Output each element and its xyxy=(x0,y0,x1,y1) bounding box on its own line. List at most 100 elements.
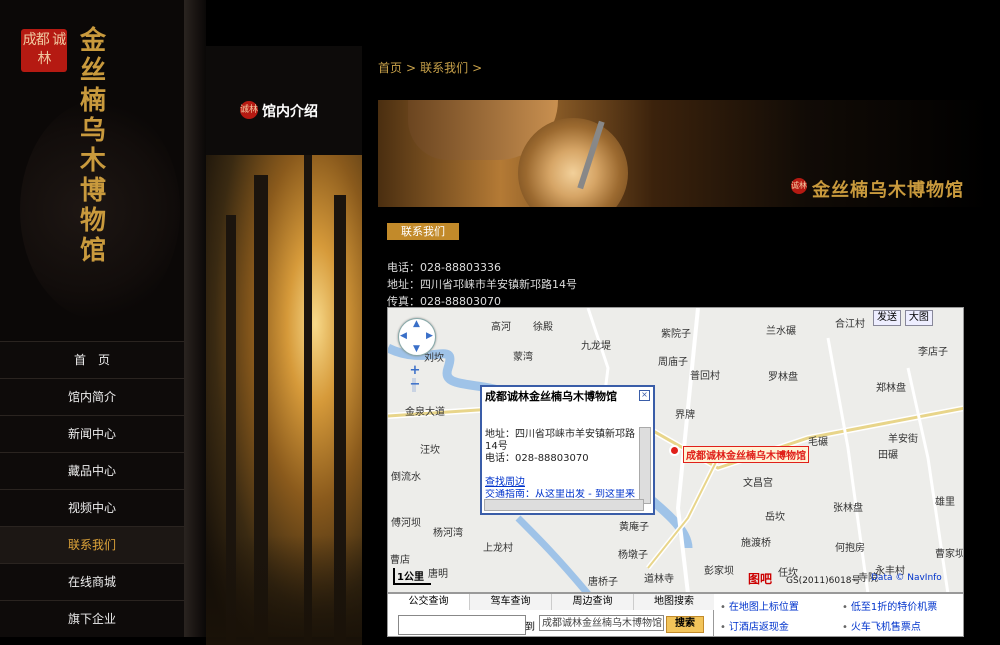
info-address: 地址：四川省邛崃市羊安镇新邛路14号 xyxy=(485,429,635,452)
map-fullsize-button[interactable]: 大图 xyxy=(904,310,933,326)
brand-seal-logo[interactable]: 成都 诚林 xyxy=(21,29,67,72)
destination-input[interactable]: 成都诚林金丝楠乌木博物馆 xyxy=(539,615,664,631)
map-place: 雄里 xyxy=(935,497,955,508)
tab-drive[interactable]: 驾车查询 xyxy=(470,594,552,610)
nav-item-shop[interactable]: 在线商城 xyxy=(0,563,184,600)
nav-item-intro[interactable]: 馆内简介 xyxy=(0,378,184,415)
breadcrumb-current[interactable]: 联系我们 xyxy=(420,61,468,75)
info-window-vscrollbar[interactable] xyxy=(639,427,651,504)
nav-item-contact[interactable]: 联系我们 xyxy=(0,526,184,563)
location-marker-icon[interactable] xyxy=(669,445,680,456)
map-place: 何抱房 xyxy=(835,543,865,554)
map-place: 曹家坝 xyxy=(935,549,964,560)
map-provider-logo[interactable]: 图吧 xyxy=(748,570,772,587)
map-place: 蒙湾 xyxy=(513,352,533,363)
map-data-credit-link[interactable]: Data © NavInfo xyxy=(871,573,942,583)
map-place: 郑林盘 xyxy=(876,383,906,394)
banner-seal-icon: 诚林 xyxy=(791,178,807,194)
map-place: 文昌宫 xyxy=(743,478,773,489)
route-links[interactable]: 交通指南：从这里出发 - 到这里来 xyxy=(485,489,637,499)
origin-input[interactable] xyxy=(398,615,526,635)
to-label: 到 xyxy=(525,622,535,633)
map-place: 道林寺 xyxy=(644,574,674,585)
nav-item-subsidiaries[interactable]: 旗下企业 xyxy=(0,600,184,637)
info-window-title: 成都诚林金丝楠乌木博物馆 xyxy=(485,390,617,403)
contact-phone: 电话：028-88803336 xyxy=(387,261,501,274)
map-place: 普回村 xyxy=(690,371,720,382)
nav-item-news[interactable]: 新闻中心 xyxy=(0,415,184,452)
contact-address: 地址：四川省邛崃市羊安镇新邛路14号 xyxy=(387,278,577,291)
column-divider xyxy=(184,0,206,637)
map-place: 毛碾 xyxy=(808,437,828,448)
map-place: 田碾 xyxy=(878,450,898,461)
hotel-cashback-link[interactable]: 订酒店返现金 xyxy=(720,618,789,633)
map-place: 界牌 xyxy=(675,410,695,421)
breadcrumb: 首页 > 联系我们 > xyxy=(378,59,486,76)
cheap-flights-link[interactable]: 低至1折的特价机票 xyxy=(842,598,937,613)
map-place: 金泉大道 xyxy=(405,407,445,418)
map-place: 上龙村 xyxy=(483,543,513,554)
marker-label[interactable]: 成都诚林金丝楠乌木博物馆 xyxy=(683,446,809,463)
map-place: 黄庵子 xyxy=(619,522,649,533)
contact-section-tab: 联系我们 xyxy=(387,223,459,240)
tab-nearby[interactable]: 周边查询 xyxy=(552,594,634,610)
pan-up-icon[interactable]: ▲ xyxy=(413,319,420,329)
forest-image xyxy=(206,155,362,645)
banner-title: 金丝楠乌木博物馆 xyxy=(812,180,964,201)
map-place: 合江村 xyxy=(835,319,865,330)
info-phone: 电话：028-88803070 xyxy=(485,453,589,464)
map-place: 岳坎 xyxy=(765,512,785,523)
map-place: 羊安街 xyxy=(888,434,918,445)
info-window-body: 地址：四川省邛崃市羊安镇新邛路14号 电话：028-88803070 查找周边 … xyxy=(485,429,637,499)
map-send-button[interactable]: 发送 xyxy=(873,310,901,326)
zoom-out-icon[interactable]: − xyxy=(408,378,422,392)
tab-map-search[interactable]: 地图搜索 xyxy=(634,594,714,610)
map-place: 兰水碾 xyxy=(766,326,796,337)
nav-item-home[interactable]: 首 页 xyxy=(0,341,184,378)
map-info-window[interactable]: 成都诚林金丝楠乌木博物馆 × 地址：四川省邛崃市羊安镇新邛路14号 电话：028… xyxy=(480,385,655,515)
breadcrumb-separator: > xyxy=(472,61,483,75)
map-place: 唐桥子 xyxy=(588,577,618,588)
pan-right-icon[interactable]: ▶ xyxy=(426,331,433,341)
info-window-hscrollbar[interactable] xyxy=(484,499,644,511)
map-pan-control[interactable]: ▲ ▼ ◀ ▶ xyxy=(398,318,436,356)
nav-item-video[interactable]: 视频中心 xyxy=(0,489,184,526)
side-panel-title: 馆内介绍 xyxy=(262,104,318,120)
map-place: 曹店 xyxy=(390,555,410,566)
map-place: 彭家坝 xyxy=(704,566,734,577)
map-place: 紫院子 xyxy=(661,329,691,340)
nearby-search-link[interactable]: 查找周边 xyxy=(485,477,525,488)
route-search-panel: 公交查询 驾车查询 周边查询 地图搜索 到 成都诚林金丝楠乌木博物馆 搜索 xyxy=(387,593,714,637)
map-place: 高河 xyxy=(491,322,511,333)
mark-location-link[interactable]: 在地图上标位置 xyxy=(720,598,799,613)
pan-down-icon[interactable]: ▼ xyxy=(413,344,420,354)
close-icon[interactable]: × xyxy=(639,390,650,401)
map-place: 汪坎 xyxy=(420,445,440,456)
map-place: 李店子 xyxy=(918,347,948,358)
breadcrumb-home[interactable]: 首页 xyxy=(378,61,402,75)
nav-item-collection[interactable]: 藏品中心 xyxy=(0,452,184,489)
map-place: 唐明 xyxy=(428,569,448,580)
map-copyright: GS(2011)6018号 xyxy=(786,576,861,586)
map-place: 罗林盘 xyxy=(768,372,798,383)
main-nav: 首 页 馆内简介 新闻中心 藏品中心 视频中心 联系我们 在线商城 旗下企业 xyxy=(0,341,184,637)
map-place: 徐殿 xyxy=(533,322,553,333)
map-place: 周庙子 xyxy=(658,357,688,368)
map-scale: 1公里 xyxy=(393,568,431,585)
map-place: 九龙堤 xyxy=(581,341,611,352)
brand-vertical-title: 金丝楠乌木博物馆 xyxy=(79,26,106,266)
tab-bus[interactable]: 公交查询 xyxy=(388,594,470,610)
side-panel-seal-icon: 诚林 xyxy=(240,101,258,119)
map-place: 傅河坝 xyxy=(391,518,421,529)
ticket-outlets-link[interactable]: 火车飞机售票点 xyxy=(842,618,921,633)
search-button[interactable]: 搜索 xyxy=(666,616,704,633)
map-place: 施渡桥 xyxy=(741,538,771,549)
zoom-in-icon[interactable]: + xyxy=(408,364,422,378)
breadcrumb-separator: > xyxy=(406,61,417,75)
map-place: 倒流水 xyxy=(391,472,421,483)
map-links-panel: 在地图上标位置 低至1折的特价机票 订酒店返现金 火车飞机售票点 xyxy=(714,593,964,637)
map-toolbar: 发送 大图 xyxy=(873,309,933,326)
map-place: 杨墩子 xyxy=(618,550,648,561)
pan-left-icon[interactable]: ◀ xyxy=(400,331,407,341)
map-place: 杨河湾 xyxy=(433,528,463,539)
